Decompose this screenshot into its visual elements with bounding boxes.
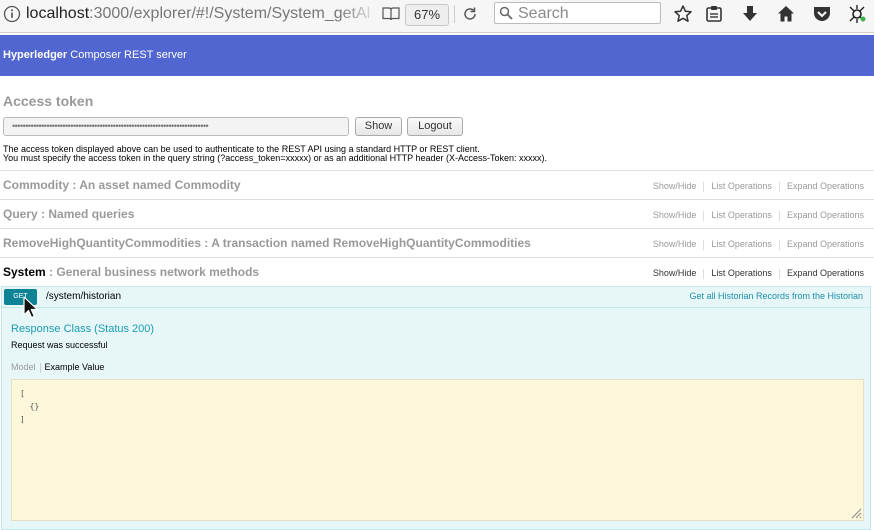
- resource-operations: Show/Hide List Operations Expand Operation…: [653, 210, 864, 221]
- home-icon[interactable]: [776, 4, 796, 24]
- resource-description: : General business network methods: [45, 265, 260, 279]
- ops-separator: [778, 239, 780, 250]
- reader-view-icon[interactable]: [382, 6, 400, 22]
- reload-icon[interactable]: [461, 5, 479, 23]
- search-input[interactable]: Search: [494, 2, 661, 24]
- app-subtitle: Composer REST server: [67, 49, 187, 61]
- response-class-heading: Response Class (Status 200): [11, 323, 155, 335]
- resource-name: RemoveHighQuantityCommodities: [3, 236, 202, 250]
- code-line: ]: [20, 415, 25, 424]
- brand-name: Hyperledger: [3, 49, 68, 61]
- resource-description: : An asset named Commodity: [69, 178, 241, 192]
- resource-operations: Show/Hide List Operations Expand Operation…: [653, 181, 864, 192]
- resource-commodity: Commodity : An asset named Commodity Sho…: [0, 170, 874, 199]
- show-hide-link[interactable]: Show/Hide: [653, 210, 697, 220]
- expand-operations-link[interactable]: Expand Operations: [787, 239, 864, 249]
- expand-operations-link[interactable]: Expand Operations: [787, 210, 864, 220]
- search-placeholder: Search: [518, 5, 569, 22]
- operation-path[interactable]: /system/historian: [46, 291, 121, 302]
- list-operations-link[interactable]: List Operations: [711, 210, 772, 220]
- expand-operations-link[interactable]: Expand Operations: [787, 268, 864, 278]
- list-operations-link[interactable]: List Operations: [711, 239, 772, 249]
- zoom-indicator[interactable]: 67%: [405, 4, 449, 26]
- resource-name: Query: [3, 207, 38, 221]
- resource-title[interactable]: System : General business network method…: [3, 265, 259, 279]
- example-value-code[interactable]: [ {} ]: [11, 379, 864, 521]
- resource-title[interactable]: RemoveHighQuantityCommodities : A transa…: [3, 236, 531, 250]
- browser-toolbar: localhost:3000/explorer/#!/System/System…: [0, 0, 874, 33]
- access-token-heading: Access token: [3, 93, 94, 109]
- expand-operations-link[interactable]: Expand Operations: [787, 181, 864, 191]
- resource-description: : Named queries: [37, 207, 135, 221]
- code-line: [: [20, 389, 25, 398]
- model-tabs: Model Example Value: [11, 362, 104, 373]
- resource-system: System : General business network method…: [0, 257, 874, 286]
- operation-header[interactable]: GET /system/historian Get all Historian …: [2, 287, 870, 308]
- resource-description: : A transaction named RemoveHighQuantity…: [201, 236, 531, 250]
- code-line: {}: [20, 402, 40, 411]
- resize-handle-icon[interactable]: [850, 507, 862, 519]
- ops-separator: [703, 181, 705, 192]
- ops-separator: [703, 239, 705, 250]
- url-bar[interactable]: localhost:3000/explorer/#!/System/System…: [26, 4, 376, 24]
- download-icon[interactable]: [740, 4, 760, 24]
- show-hide-link[interactable]: Show/Hide: [653, 181, 697, 191]
- operation-panel: GET /system/historian Get all Historian …: [1, 286, 871, 530]
- tab-divider: [39, 362, 41, 373]
- access-token-note-line: You must specify the access token in the…: [3, 153, 547, 163]
- ops-separator: [703, 210, 705, 221]
- resource-title[interactable]: Commodity : An asset named Commodity: [3, 178, 241, 192]
- resource-operations: Show/Hide List Operations Expand Operation…: [653, 239, 864, 250]
- show-hide-link[interactable]: Show/Hide: [653, 239, 697, 249]
- access-token-input[interactable]: ••••••••••••••••••••••••••••••••••••••••…: [3, 117, 349, 136]
- list-operations-link[interactable]: List Operations: [711, 181, 772, 191]
- url-fade: [340, 3, 380, 25]
- access-token-note: The access token displayed above can be …: [3, 145, 873, 163]
- bookmark-star-icon[interactable]: [673, 4, 693, 24]
- clipboard-icon[interactable]: [704, 4, 724, 24]
- app-title[interactable]: Hyperledger Composer REST server: [3, 49, 187, 62]
- toolbar-separator: [454, 5, 455, 23]
- resource-title[interactable]: Query : Named queries: [3, 207, 134, 221]
- pocket-icon[interactable]: [812, 4, 832, 24]
- mouse-cursor-icon: [23, 296, 38, 319]
- search-icon: [499, 6, 513, 20]
- resource-query: Query : Named queries Show/Hide List Oper…: [0, 199, 874, 228]
- operation-summary[interactable]: Get all Historian Records from the Histo…: [689, 291, 863, 301]
- ops-separator: [703, 268, 705, 279]
- info-icon[interactable]: [3, 5, 21, 23]
- extension-icon[interactable]: [847, 4, 867, 24]
- list-operations-link[interactable]: List Operations: [711, 268, 772, 278]
- tab-example-value[interactable]: Example Value: [45, 362, 105, 372]
- resource-name: System: [3, 265, 46, 279]
- show-token-button[interactable]: Show: [355, 117, 402, 136]
- app-header: Hyperledger Composer REST server: [0, 35, 874, 76]
- url-path: :3000/explorer/#!/System/System_getAl: [89, 5, 371, 22]
- resource-operations: Show/Hide List Operations Expand Operation…: [653, 268, 864, 279]
- ops-separator: [778, 210, 780, 221]
- url-host: localhost: [26, 5, 90, 22]
- resource-remove-high-quantity: RemoveHighQuantityCommodities : A transa…: [0, 228, 874, 257]
- response-description: Request was successful: [11, 340, 108, 350]
- tab-model[interactable]: Model: [11, 362, 36, 372]
- logout-button[interactable]: Logout: [407, 117, 463, 136]
- show-hide-link[interactable]: Show/Hide: [653, 268, 697, 278]
- resource-name: Commodity: [3, 178, 69, 192]
- ops-separator: [778, 268, 780, 279]
- ops-separator: [778, 181, 780, 192]
